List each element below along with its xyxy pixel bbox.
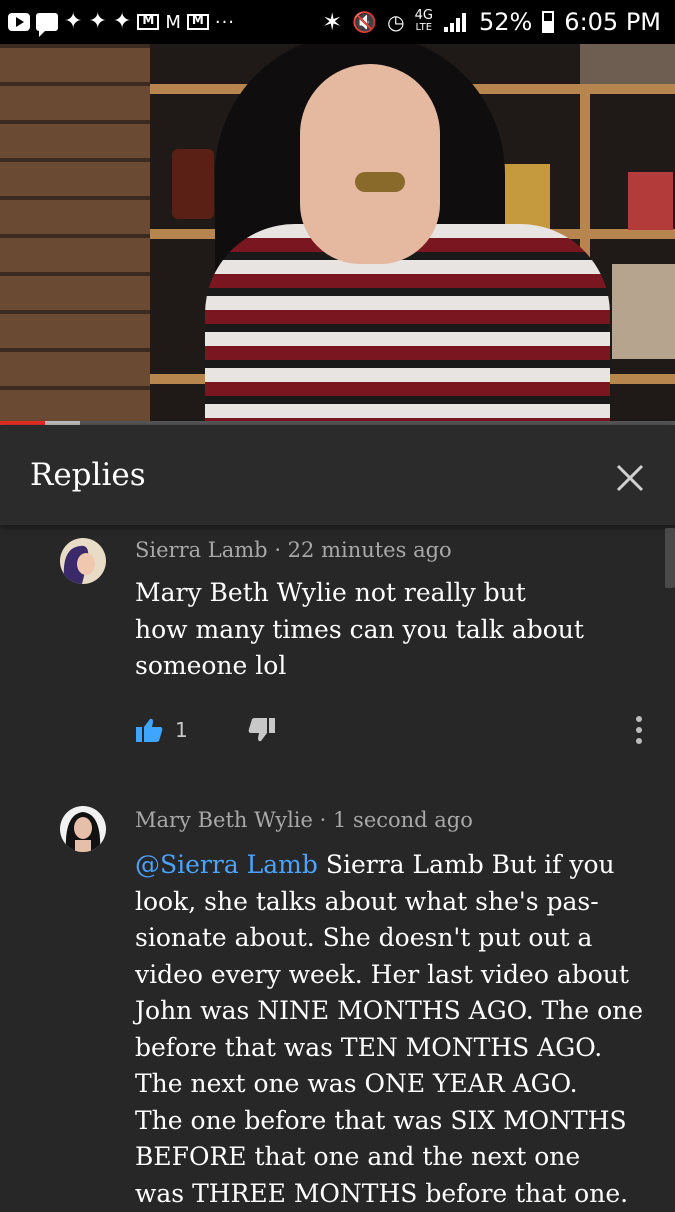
close-icon[interactable] [612,460,648,496]
comment-text: @Sierra Lamb Sierra Lamb But if you look… [135,850,644,1208]
message-icon [36,13,58,37]
twitter-icon: ✦ [88,9,107,34]
dislike-icon[interactable] [248,717,276,743]
comment-meta: Mary Beth Wylie · 1 second ago [135,808,473,832]
like-count: 1 [175,718,188,742]
comment-text: Mary Beth Wylie not really but how many … [135,578,584,680]
replies-header: Replies [0,425,675,525]
system-icons: ✶ 🔇 ◷ 4G LTE 52% 6:05 PM [322,8,661,36]
comment-meta: Sierra Lamb · 22 minutes ago [135,538,452,562]
scrollbar[interactable] [665,528,675,588]
comment-time: 1 second ago [333,808,473,832]
comment-author[interactable]: Sierra Lamb [135,538,268,562]
brick-wall [0,44,150,424]
avatar[interactable] [60,538,106,584]
twitter-icon: ✦ [64,9,83,34]
alarm-icon: ◷ [387,10,405,34]
mute-icon: 🔇 [352,10,378,34]
battery-percent: 52% [478,8,533,36]
comment-actions: 1 [135,715,276,745]
youtube-icon [8,13,30,31]
like-icon[interactable] [135,717,163,743]
signal-icon [443,13,466,32]
comment-author[interactable]: Mary Beth Wylie [135,808,313,832]
notification-icons: ✦ ✦ ✦ M ··· [8,8,236,37]
panel-title: Replies [30,457,146,493]
comment-time: 22 minutes ago [287,538,452,562]
more-options-icon[interactable] [632,715,646,745]
more-notifications-icon: ··· [214,11,236,33]
video-player[interactable] [0,44,675,424]
status-bar: ✦ ✦ ✦ M ··· ✶ 🔇 ◷ 4G LTE 52% 6:05 PM [0,0,675,44]
clock: 6:05 PM [564,8,661,36]
battery-icon [542,11,555,33]
mention-link[interactable]: @Sierra Lamb [135,850,318,879]
network-type: 4G LTE [414,8,433,33]
bluetooth-icon: ✶ [322,8,343,36]
gmail-icon [137,13,160,30]
avatar[interactable] [60,806,106,852]
twitter-icon: ✦ [112,9,132,34]
gmail-icon: M [165,11,181,33]
gmail-icon [186,13,209,30]
